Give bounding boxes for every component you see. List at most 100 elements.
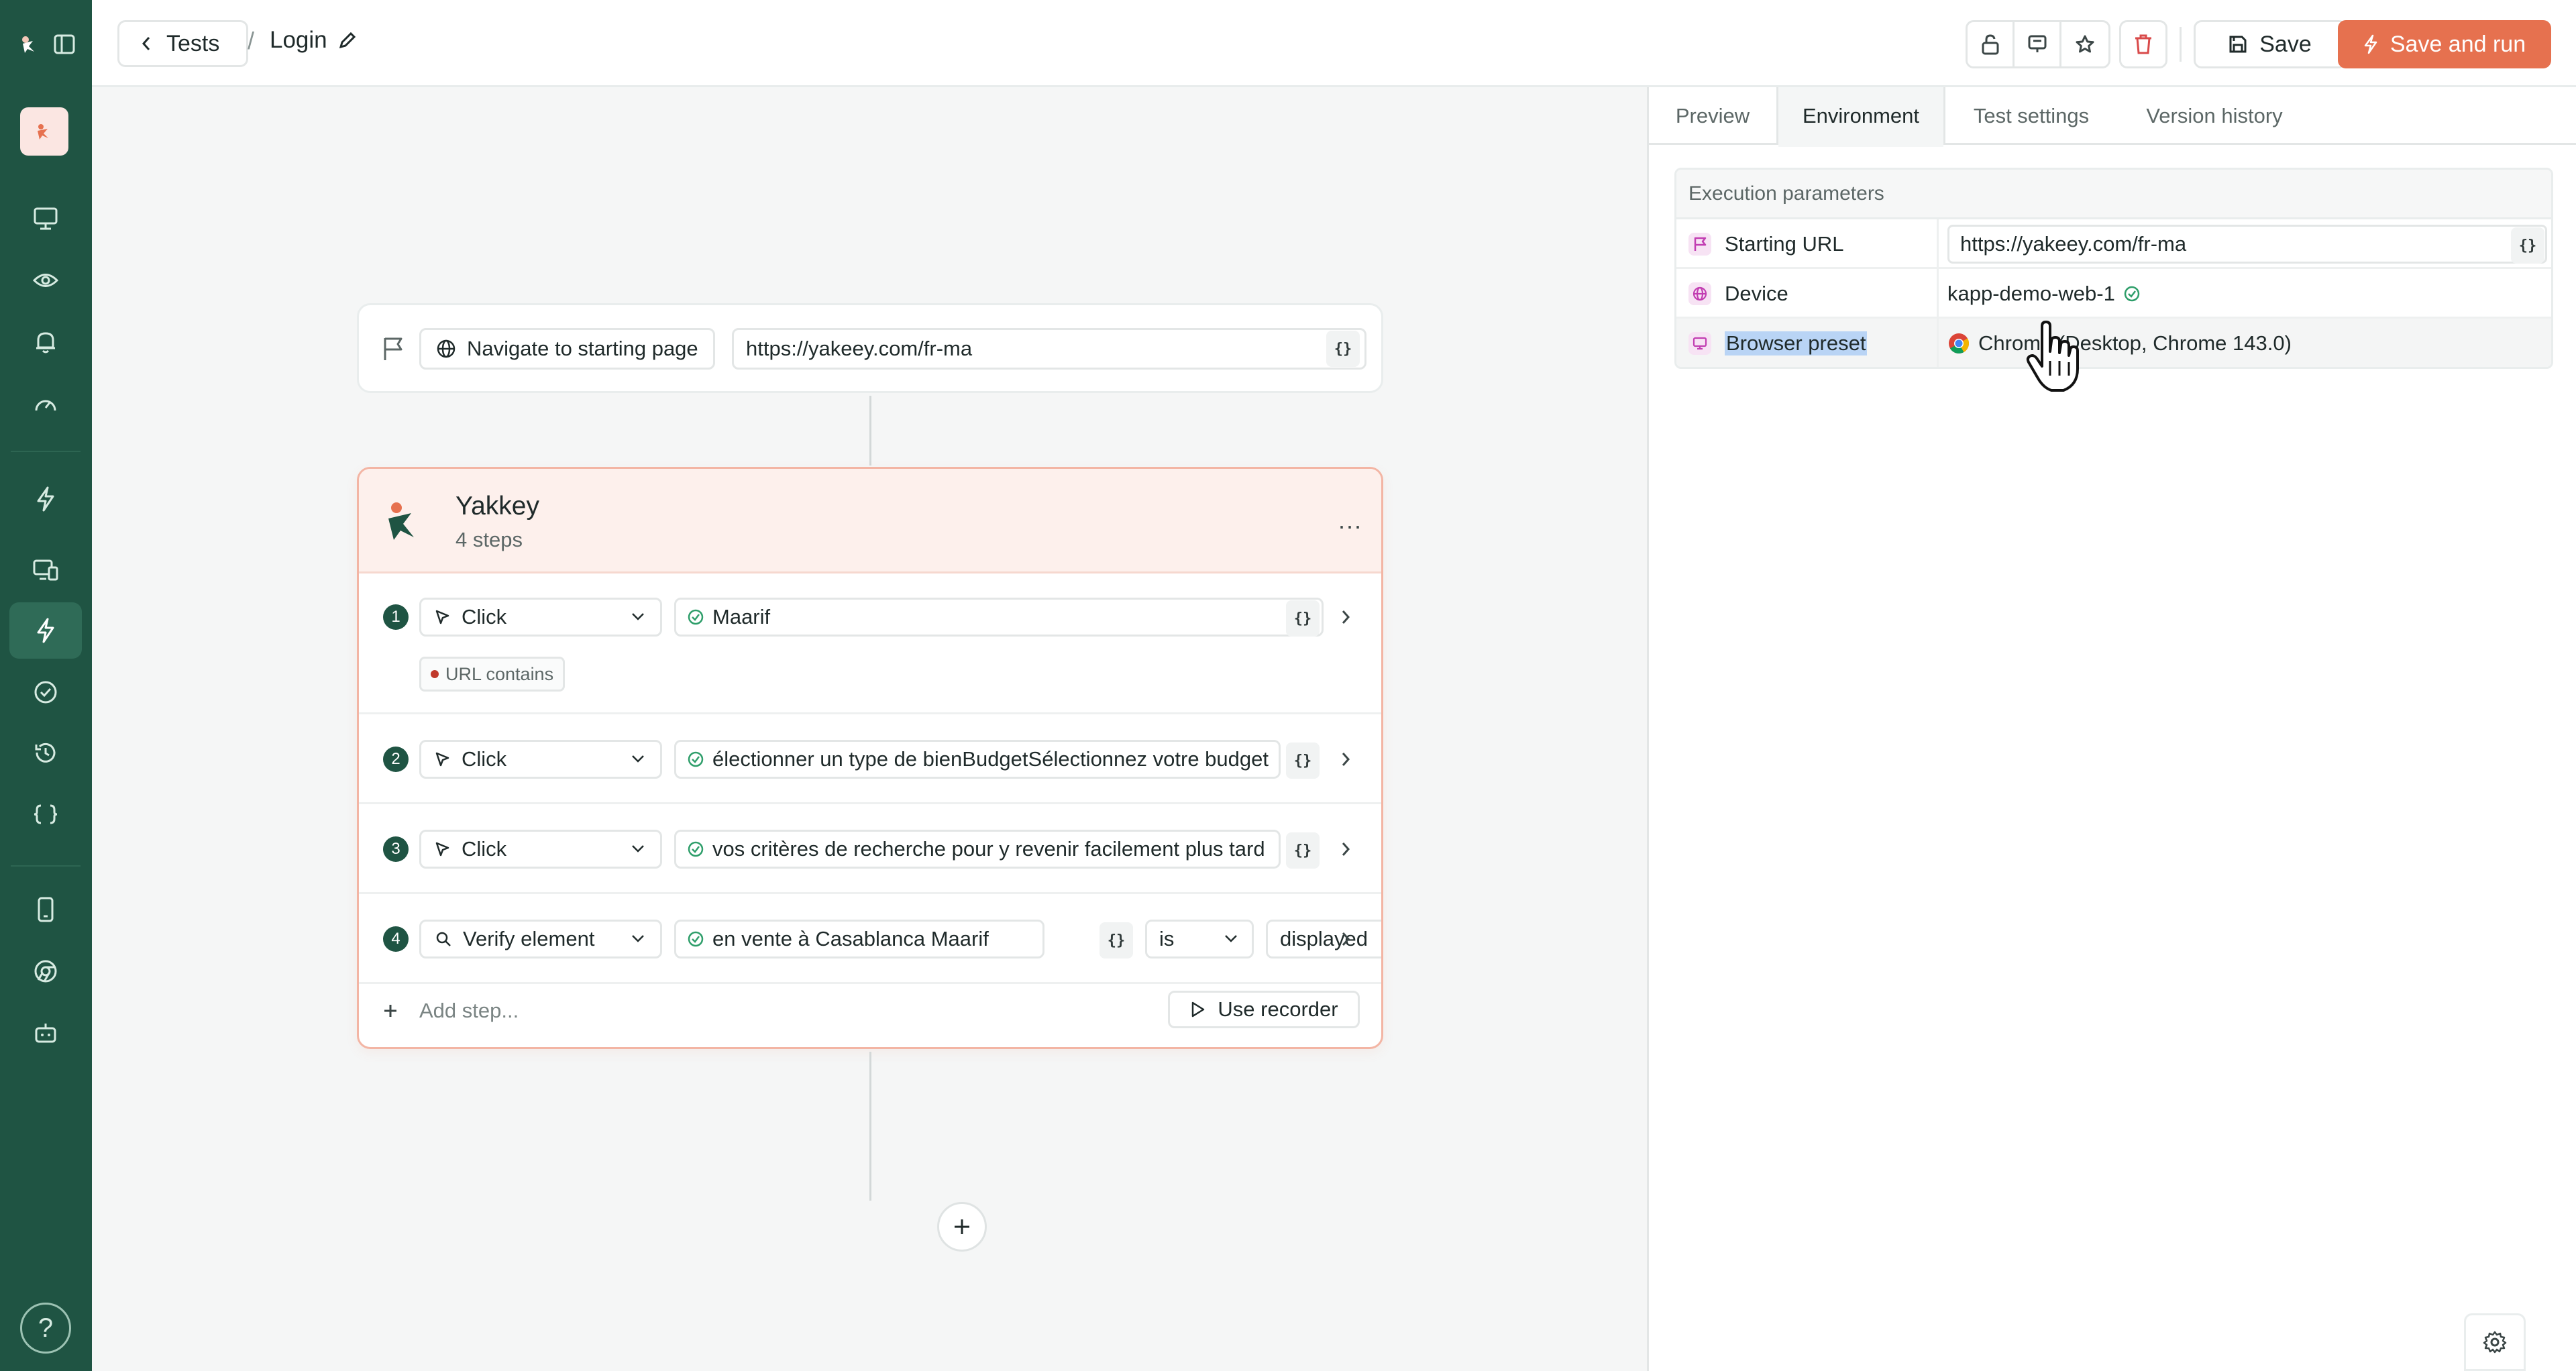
- panel-tabs: Preview Environment Test settings Versio…: [1649, 87, 2576, 147]
- flow-canvas[interactable]: Navigate to starting page https://yakeey…: [92, 87, 1647, 1371]
- chevron-right-icon[interactable]: [1340, 751, 1352, 768]
- start-node-card[interactable]: Navigate to starting page https://yakeey…: [357, 303, 1383, 393]
- starting-url-input[interactable]: https://yakeey.com/fr-ma: [732, 328, 1366, 370]
- back-to-tests-button[interactable]: Tests: [117, 20, 249, 67]
- sidebar-divider: [11, 451, 80, 452]
- sidebar-item-alerts[interactable]: [9, 314, 82, 370]
- action-select[interactable]: Click: [419, 830, 662, 869]
- section-title: Execution parameters: [1676, 170, 2551, 219]
- action-select[interactable]: Verify element: [419, 920, 662, 958]
- breadcrumb-separator: /: [248, 27, 255, 54]
- browser-preset-value[interactable]: Chrome (Desktop, Chrome 143.0): [1947, 319, 2292, 367]
- variable-button[interactable]: {}: [1326, 331, 1360, 367]
- save-button[interactable]: Save: [2194, 20, 2347, 68]
- tab-label: Version history: [2146, 104, 2283, 127]
- sidebar-item-checks[interactable]: [9, 664, 82, 720]
- delete-button[interactable]: [2119, 20, 2167, 68]
- target-element-field[interactable]: en vente à Casablanca Maarif: [674, 920, 1044, 958]
- step-row: 3 Click vos critères de recherche pour y…: [359, 804, 1381, 894]
- starting-url-field[interactable]: https://yakeey.com/fr-ma: [1947, 225, 2547, 264]
- save-and-run-button[interactable]: Save and run: [2338, 20, 2551, 68]
- lightning-icon: [2364, 34, 2377, 54]
- sidebar-item-agents[interactable]: [9, 1005, 82, 1061]
- tab-preview[interactable]: Preview: [1649, 87, 1776, 145]
- variable-label: {}: [2518, 237, 2537, 254]
- variable-button[interactable]: {}: [2511, 227, 2544, 264]
- hand-cursor-icon: [2026, 321, 2079, 392]
- sidebar-item-performance[interactable]: [9, 376, 82, 432]
- lightning-icon: [37, 618, 54, 643]
- top-bar: Tests / Login Save Save and run: [92, 0, 2576, 87]
- sidebar-item-monitoring[interactable]: [9, 190, 82, 247]
- group-more-button[interactable]: ...: [1338, 506, 1362, 535]
- canvas-settings-button[interactable]: [2464, 1313, 2526, 1371]
- trash-icon: [2135, 34, 2151, 54]
- add-step-button[interactable]: Add step...: [382, 999, 519, 1023]
- test-title: Login: [270, 27, 357, 54]
- chevron-right-icon[interactable]: [1340, 840, 1352, 858]
- help-button[interactable]: ?: [20, 1303, 71, 1354]
- assertion-badge-label: URL contains: [445, 663, 554, 684]
- target-element-field[interactable]: vos critères de recherche pour y revenir…: [674, 830, 1281, 869]
- toggle-sidebar-icon[interactable]: [51, 30, 78, 59]
- variable-button[interactable]: {}: [1286, 600, 1320, 637]
- step-group-card[interactable]: Yakkey 4 steps ... 1 Click Maarif {} URL…: [357, 467, 1383, 1049]
- variable-button[interactable]: {}: [1286, 832, 1320, 869]
- check-circle-icon: [2124, 286, 2140, 302]
- chevron-left-icon: [142, 37, 150, 50]
- sidebar-item-visual[interactable]: [9, 252, 82, 309]
- variable-button[interactable]: {}: [1099, 922, 1133, 958]
- workspace-avatar[interactable]: [20, 107, 68, 156]
- sidebar-item-mobile[interactable]: [9, 881, 82, 938]
- monitor-icon: [34, 207, 58, 230]
- sidebar-item-history[interactable]: [9, 724, 82, 781]
- unlock-button[interactable]: [1968, 22, 2015, 66]
- pointer-icon: [435, 842, 449, 857]
- robot-icon: [35, 1024, 56, 1043]
- tab-version-history[interactable]: Version history: [2117, 87, 2312, 145]
- target-element-field[interactable]: Maarif: [674, 598, 1324, 637]
- action-select[interactable]: Click: [419, 598, 662, 637]
- param-label-text: Starting URL: [1725, 232, 1844, 256]
- chevron-down-icon: [632, 755, 644, 763]
- favorite-button[interactable]: [2061, 22, 2108, 66]
- column-divider: [1937, 219, 1939, 269]
- search-icon: [436, 932, 451, 946]
- use-recorder-label: Use recorder: [1218, 997, 1338, 1021]
- use-recorder-button[interactable]: Use recorder: [1168, 991, 1360, 1028]
- chevron-down-icon: [632, 613, 644, 620]
- sidebar-item-runs[interactable]: [9, 471, 82, 527]
- help-label: ?: [38, 1313, 54, 1343]
- rail-header: [0, 30, 92, 59]
- condition-label: displayed: [1280, 927, 1368, 950]
- operator-label: is: [1159, 927, 1175, 950]
- plus-icon: [384, 1005, 396, 1017]
- sidebar-item-devices[interactable]: [9, 542, 82, 598]
- tab-label: Environment: [1802, 104, 1920, 127]
- variable-button[interactable]: {}: [1286, 743, 1320, 779]
- condition-select[interactable]: displayed: [1266, 920, 1381, 958]
- action-label: Click: [462, 747, 507, 771]
- chevron-right-icon[interactable]: [1340, 930, 1352, 948]
- pencil-icon[interactable]: [338, 31, 357, 50]
- device-value[interactable]: kapp-demo-web-1: [1947, 269, 2141, 319]
- chevron-right-icon[interactable]: [1340, 608, 1352, 626]
- variable-label: {}: [1334, 340, 1352, 358]
- navigate-action-chip[interactable]: Navigate to starting page: [419, 328, 715, 370]
- app-logo-icon[interactable]: [16, 30, 43, 59]
- param-label-text: Device: [1725, 282, 1788, 305]
- operator-select[interactable]: is: [1145, 920, 1254, 958]
- add-node-button[interactable]: [937, 1202, 987, 1252]
- target-element-field[interactable]: électionner un type de bienBudgetSélecti…: [674, 740, 1281, 779]
- sidebar-item-variables[interactable]: [9, 786, 82, 842]
- comment-button[interactable]: [2015, 22, 2061, 66]
- tab-test-settings[interactable]: Test settings: [1945, 87, 2117, 145]
- sidebar-item-tests[interactable]: [9, 602, 82, 659]
- step-number-badge: 2: [383, 747, 409, 772]
- sidebar-item-browser[interactable]: [9, 943, 82, 999]
- bell-icon: [36, 332, 55, 353]
- action-select[interactable]: Click: [419, 740, 662, 779]
- tab-environment[interactable]: Environment: [1776, 87, 1945, 147]
- assertion-badge[interactable]: URL contains: [419, 657, 566, 692]
- pointer-icon: [435, 752, 449, 767]
